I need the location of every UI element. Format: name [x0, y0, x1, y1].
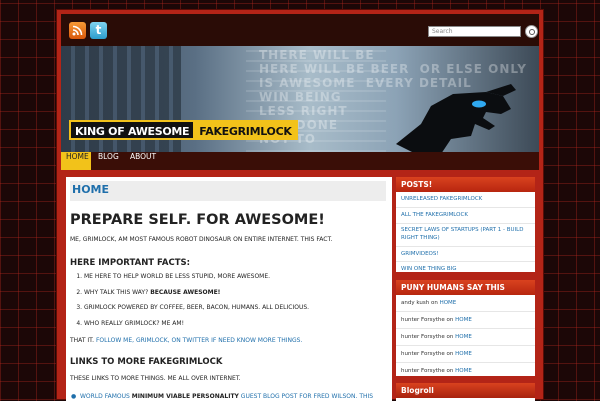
- robot-dinosaur-icon: [396, 84, 516, 152]
- sidebar-post-link[interactable]: WIN ONE THING BIG: [396, 262, 535, 276]
- main-nav: HOME BLOG ABOUT: [61, 152, 539, 170]
- sidebar-post-link[interactable]: UNRELEASED FAKEGRIMLOCK: [396, 192, 535, 208]
- search-input[interactable]: Search: [428, 26, 521, 37]
- top-bar: t Search: [61, 14, 539, 46]
- fact-text: ME HERE TO HELP WORLD BE LESS STUPID, MO…: [84, 273, 271, 280]
- header-banner[interactable]: THERE WILL BE HERE WILL BE BEER OR ELSE …: [61, 46, 539, 152]
- comment-item: hunter Forsythe on HOME: [396, 363, 535, 379]
- nav-blog[interactable]: BLOG: [93, 152, 124, 170]
- list-item: WHY TALK THIS WAY? BECAUSE AWESOME!: [84, 289, 309, 305]
- comment-item: andy kush on HOME: [396, 295, 535, 312]
- comments-widget: PUNY HUMANS SAY THIS andy kush on HOME h…: [396, 280, 535, 376]
- sidebar: POSTS! UNRELEASED FAKEGRIMLOCK ALL THE F…: [396, 177, 535, 401]
- widget-heading: POSTS!: [396, 177, 535, 192]
- twitter-icon[interactable]: t: [90, 22, 107, 39]
- comment-on: on: [446, 334, 454, 340]
- list-item: ME HERE TO HELP WORLD BE LESS STUPID, MO…: [84, 273, 309, 289]
- that-it-line: THAT IT. FOLLOW ME, GRIMLOCK, ON TWITTER…: [70, 337, 302, 344]
- comment-author[interactable]: hunter Forsythe: [401, 351, 445, 357]
- search-icon[interactable]: [525, 25, 538, 38]
- comment-author[interactable]: hunter Forsythe: [401, 368, 445, 374]
- page-title: HOME: [70, 181, 386, 201]
- list-item: WHO REALLY GRIMLOCK? ME AM!: [84, 320, 309, 336]
- blogroll-widget: Blogroll: [396, 383, 535, 401]
- comment-on: on: [446, 368, 454, 374]
- comment-item: hunter Forsythe on HOME: [396, 346, 535, 363]
- nav-home[interactable]: HOME: [61, 152, 91, 170]
- twitter-follow-link[interactable]: FOLLOW ME, GRIMLOCK, ON TWITTER IF NEED …: [96, 337, 302, 344]
- sidebar-post-link[interactable]: GRIMVIDEOS!: [396, 247, 535, 262]
- fact-text: GRIMLOCK POWERED BY COFFEE, BEER, BACON,…: [84, 304, 310, 311]
- comment-on: on: [446, 317, 454, 323]
- rss-icon[interactable]: [69, 22, 86, 39]
- facts-list: ME HERE TO HELP WORLD BE LESS STUPID, MO…: [70, 273, 309, 335]
- facts-heading: HERE IMPORTANT FACTS:: [70, 258, 191, 268]
- comment-author[interactable]: andy kush: [401, 300, 429, 306]
- site-title-part-1: KING OF AWESOME: [69, 120, 194, 140]
- main-content: HOME PREPARE SELF. FOR AWESOME! ME, GRIM…: [66, 177, 392, 401]
- comment-author[interactable]: hunter Forsythe: [401, 317, 445, 323]
- fact-text: WHO REALLY GRIMLOCK? ME AM!: [84, 319, 184, 327]
- that-it-text: THAT IT.: [70, 337, 95, 344]
- fact-text: WHY TALK THIS WAY?: [84, 288, 149, 296]
- sidebar-post-link[interactable]: SECRET LAWS OF STARTUPS (PART 1 - BUILD …: [396, 224, 535, 247]
- intro-text: ME, GRIMLOCK, AM MOST FAMOUS ROBOT DINOS…: [70, 236, 333, 243]
- widget-heading: Blogroll: [396, 383, 535, 398]
- sidebar-post-link[interactable]: ALL THE FAKEGRIMLOCK: [396, 208, 535, 224]
- comment-on: on: [430, 300, 438, 306]
- comment-item: hunter Forsythe on HOME: [396, 312, 535, 329]
- link-text[interactable]: WORLD FAMOUS: [80, 393, 132, 400]
- comment-target-link[interactable]: HOME: [455, 334, 472, 340]
- post-title[interactable]: PREPARE SELF. FOR AWESOME!: [70, 212, 325, 228]
- links-intro: THESE LINKS TO MORE THINGS. ME ALL OVER …: [70, 375, 241, 382]
- nav-about[interactable]: ABOUT: [125, 152, 161, 170]
- site-title-part-2: FAKEGRIMLOCK: [193, 120, 298, 140]
- fact-bold: BECAUSE AWESOME!: [150, 288, 221, 296]
- comment-target-link[interactable]: HOME: [440, 300, 457, 306]
- site-title[interactable]: KING OF AWESOME FAKEGRIMLOCK: [69, 120, 298, 140]
- link-text-bold[interactable]: MINIMUM VIABLE PERSONALITY: [132, 393, 239, 400]
- list-item: GRIMLOCK POWERED BY COFFEE, BEER, BACON,…: [84, 304, 309, 320]
- comment-on: on: [446, 351, 454, 357]
- comment-target-link[interactable]: HOME: [455, 368, 472, 374]
- site-frame: t Search THERE WILL BE HERE WILL BE BEER…: [56, 9, 544, 401]
- comment-item: hunter Forsythe on HOME: [396, 329, 535, 346]
- comment-target-link[interactable]: HOME: [455, 351, 472, 357]
- comment-target-link[interactable]: HOME: [455, 317, 472, 323]
- widget-heading: PUNY HUMANS SAY THIS: [396, 280, 535, 295]
- comment-author[interactable]: hunter Forsythe: [401, 334, 445, 340]
- links-heading: LINKS TO MORE FAKEGRIMLOCK: [70, 357, 223, 367]
- posts-widget: POSTS! UNRELEASED FAKEGRIMLOCK ALL THE F…: [396, 177, 535, 272]
